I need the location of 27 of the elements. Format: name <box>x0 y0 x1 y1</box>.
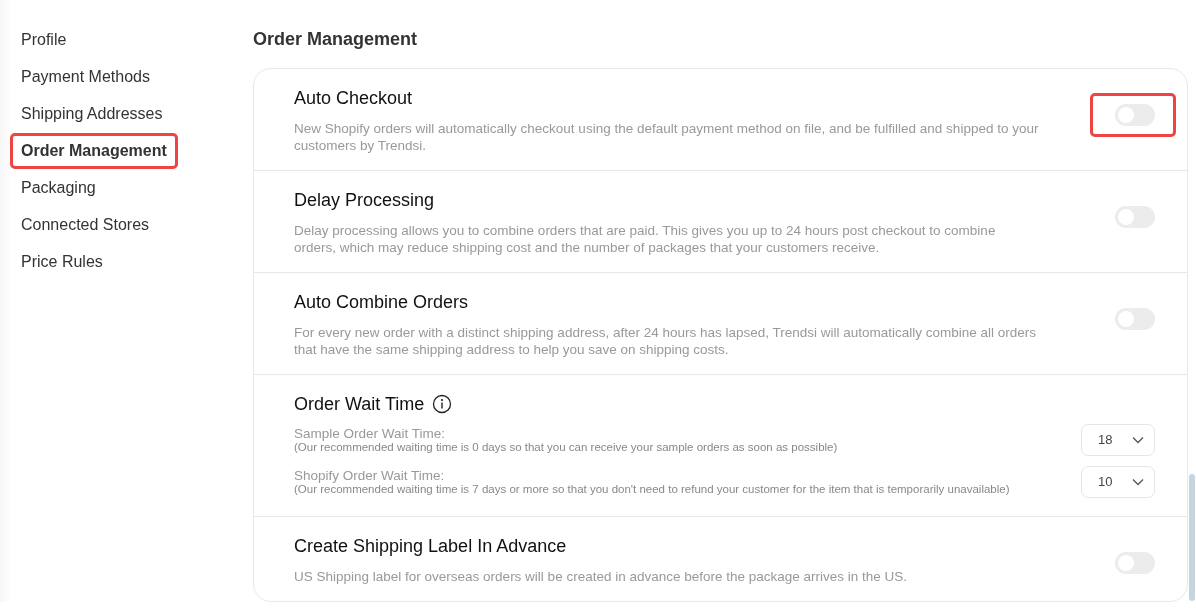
scrollbar[interactable] <box>1189 474 1195 601</box>
setting-title: Create Shipping Label In Advance <box>294 535 568 557</box>
setting-title: Order Wait Time <box>294 393 425 415</box>
field-label: Shopify Order Wait Time: <box>294 468 446 483</box>
sidebar-item[interactable]: Profile <box>10 22 78 58</box>
sidebar-item[interactable]: Price Rules <box>10 244 114 280</box>
field-label: Sample Order Wait Time: <box>294 426 447 441</box>
setting-description: For every new order with a distinct shipping address, after 24 hours has lapsed, Trendsi will automatically combine all orders that have the same shipping address to help you save on shipping costs. <box>294 324 1038 358</box>
page-title: Order Management <box>253 28 419 51</box>
info-icon[interactable] <box>432 394 453 414</box>
sidebar-item[interactable]: Connected Stores <box>10 207 161 243</box>
field-note: (Our recommended waiting time is 7 days or more so that you don't need to refund your customer for the item that is temporarily unavailable) <box>294 483 1010 496</box>
setting-description: US Shipping label for overseas orders will be created in advance before the package arrives in the US. <box>294 568 909 585</box>
wait-time-select[interactable]: 10 <box>1081 466 1155 498</box>
setting-title: Auto Checkout <box>294 87 414 109</box>
chevron-down-icon <box>1132 436 1144 444</box>
setting-title: Delay Processing <box>294 189 436 211</box>
wait-time-select[interactable]: 18 <box>1081 424 1155 456</box>
sidebar-item[interactable]: Payment Methods <box>10 59 161 95</box>
sidebar-item[interactable]: Order Management <box>10 133 178 169</box>
setting-description: Delay processing allows you to combine orders that are paid. This gives you up to 24 hours post checkout to combine orders, which may reduce shipping cost and the number of packages that your customers receive. <box>294 222 997 256</box>
sidebar-item[interactable]: Packaging <box>10 170 107 206</box>
setting-title: Auto Combine Orders <box>294 291 470 313</box>
setting-description: New Shopify orders will automatically checkout using the default payment method on file, and be fulfilled and shipped to your customers by Trendsi. <box>294 120 1039 154</box>
field-note: (Our recommended waiting time is 0 days so that you can receive your sample orders as soon as possible) <box>294 441 838 454</box>
sidebar-item[interactable]: Shipping Addresses <box>10 96 174 132</box>
chevron-down-icon <box>1132 478 1144 486</box>
